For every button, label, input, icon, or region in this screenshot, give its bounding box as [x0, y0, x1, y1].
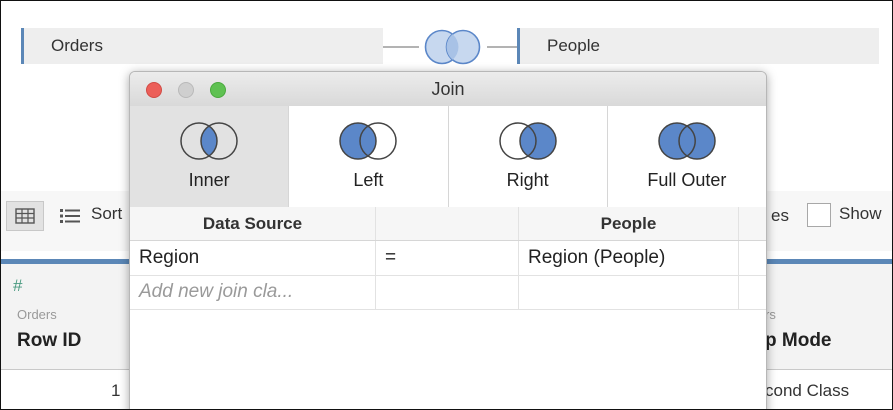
join-type-label: Inner — [188, 170, 230, 190]
number-type-icon[interactable]: # — [13, 276, 22, 296]
aliases-label: es — [771, 206, 789, 225]
join-type-selector: Inner Left Right Full Outer — [130, 106, 766, 208]
empty-cell — [739, 275, 766, 309]
add-clause-row[interactable]: Add new join cla... — [130, 275, 766, 310]
add-join-clause[interactable]: Add new join cla... — [130, 275, 376, 309]
header-people[interactable]: People — [519, 207, 739, 240]
dialog-titlebar[interactable]: Join — [130, 72, 766, 107]
clause-left-field[interactable]: Region — [130, 241, 376, 275]
join-connector-right — [487, 46, 517, 48]
table-pill-orders[interactable]: Orders — [21, 28, 383, 64]
header-operator — [376, 207, 519, 240]
table-cell: cond Class — [765, 381, 850, 400]
left-join-icon — [339, 122, 398, 160]
right-join-icon — [498, 122, 557, 160]
join-type-left[interactable]: Left — [289, 106, 449, 207]
sort-label[interactable]: Sort — [91, 204, 122, 224]
empty-cell — [519, 275, 739, 309]
table-pill-people[interactable]: People — [517, 28, 879, 64]
column-header-row-id[interactable]: Row ID — [17, 330, 81, 352]
join-dialog: Join Inner Left Right Full Outer Data So… — [129, 71, 767, 409]
column-source-label: Orders — [17, 307, 57, 322]
clause-operator[interactable]: = — [376, 241, 519, 275]
join-type-inner[interactable]: Inner — [130, 106, 290, 207]
clause-right-field[interactable]: Region (People) — [519, 241, 739, 275]
join-connector-left — [383, 46, 419, 48]
header-data-source[interactable]: Data Source — [130, 207, 376, 240]
grid-view-icon[interactable] — [6, 201, 44, 231]
join-type-label: Full Outer — [647, 170, 727, 190]
table-cell: 1 — [111, 381, 121, 400]
header-spacer — [739, 207, 766, 240]
dialog-title: Join — [431, 79, 465, 99]
join-clause-row[interactable]: Region = Region (People) — [130, 241, 766, 276]
show-checkbox[interactable] — [807, 203, 831, 227]
app-window: Orders People Sort es Show # Orders Row … — [0, 0, 893, 410]
join-venn-icon[interactable] — [418, 29, 488, 65]
full-outer-join-icon — [658, 122, 716, 160]
column-header-ship-mode[interactable]: p Mode — [765, 330, 832, 352]
show-label: Show — [839, 204, 882, 223]
inner-join-icon — [180, 122, 238, 160]
join-type-full-outer[interactable]: Full Outer — [607, 106, 766, 207]
join-type-right[interactable]: Right — [448, 106, 608, 207]
empty-cell — [376, 275, 519, 309]
list-view-icon[interactable] — [60, 208, 80, 229]
clause-header-row: Data Source People — [130, 207, 766, 241]
clause-spacer — [739, 241, 766, 275]
join-type-label: Right — [506, 170, 549, 190]
join-type-label: Left — [353, 170, 384, 190]
